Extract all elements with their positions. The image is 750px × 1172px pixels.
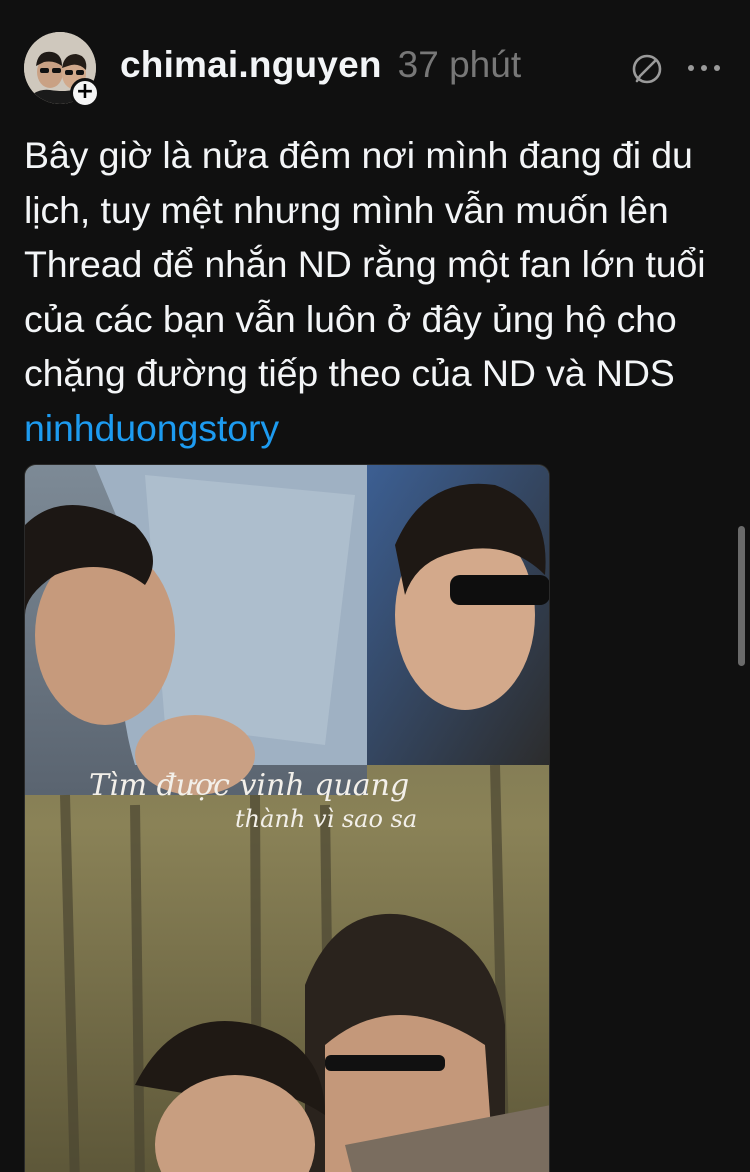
- more-horizontal-icon[interactable]: [688, 56, 720, 80]
- threads-quote-icon[interactable]: [628, 50, 666, 88]
- avatar-container[interactable]: +: [24, 32, 100, 108]
- hashtag-link[interactable]: ninhduongstory: [24, 407, 279, 449]
- post-header: chimai.nguyen 37 phút: [120, 44, 521, 94]
- follow-plus-button[interactable]: +: [70, 78, 100, 108]
- author-username[interactable]: chimai.nguyen: [120, 44, 382, 86]
- plus-icon: +: [75, 79, 95, 104]
- thread-post: + chimai.nguyen 37 phút Bây giờ là nửa đ…: [0, 0, 750, 1172]
- post-body: Bây giờ là nửa đêm nơi mình đang đi du l…: [24, 128, 734, 455]
- media-caption-line2: thành vì sao sa: [235, 805, 417, 833]
- scrollbar[interactable]: [738, 526, 745, 666]
- media-caption-line1: Tìm được vinh quang: [89, 768, 409, 803]
- post-text: Bây giờ là nửa đêm nơi mình đang đi du l…: [24, 134, 706, 394]
- post-timestamp: 37 phút: [397, 44, 522, 85]
- post-image[interactable]: Tìm được vinh quang thành vì sao sa: [24, 464, 550, 1172]
